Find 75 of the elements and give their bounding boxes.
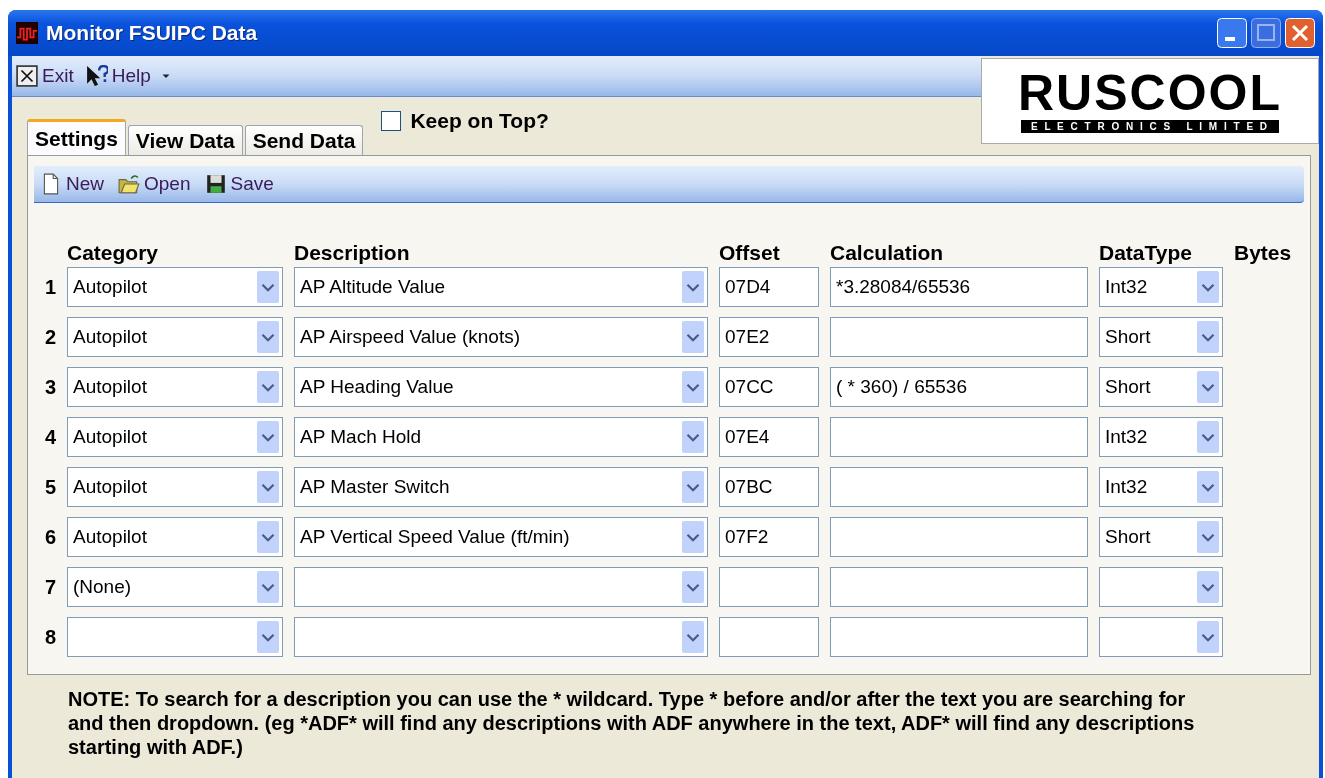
dropdown-field[interactable]: AP Mach Hold [294, 417, 708, 457]
waveform-icon [16, 22, 38, 44]
input-field[interactable] [719, 567, 819, 607]
dropdown-field[interactable]: AP Master Switch [294, 467, 708, 507]
input-field[interactable] [830, 467, 1088, 507]
dropdown-field[interactable]: Autopilot [67, 367, 283, 407]
dropdown-field[interactable]: Autopilot [67, 467, 283, 507]
input-field[interactable]: 07D4 [719, 267, 819, 307]
tab[interactable]: Settings [27, 119, 126, 155]
input-field[interactable] [830, 617, 1088, 657]
tab[interactable]: View Data [127, 125, 243, 155]
column-header: Bytes [1234, 241, 1293, 265]
dropdown-field[interactable]: Int32 [1099, 467, 1223, 507]
row-number: 2 [43, 325, 56, 349]
column-header: Description [294, 241, 411, 265]
checkbox[interactable] [381, 111, 402, 131]
pointer-help-icon [85, 65, 108, 87]
row-number: 6 [43, 525, 56, 549]
toolbar-button[interactable]: Save [204, 173, 274, 195]
column-header: Calculation [830, 241, 945, 265]
toolbar-button[interactable]: Open [118, 173, 191, 195]
logo-name: RUSCOOL [1018, 69, 1282, 117]
dropdown-field[interactable]: AP Altitude Value [294, 267, 708, 307]
input-field[interactable] [719, 617, 819, 657]
column-header: DataType [1099, 241, 1193, 265]
window-title: Monitor FSUIPC Data [46, 21, 259, 45]
row-number: 7 [43, 575, 56, 599]
dropdown-field[interactable]: Autopilot [67, 517, 283, 557]
dropdown-field[interactable]: AP Heading Value [294, 367, 708, 407]
input-field[interactable] [830, 517, 1088, 557]
input-field[interactable]: *3.28084/65536 [830, 267, 1088, 307]
note-text: NOTE: To search for a description you can use the * wildcard. Type * before and/or after the text you are searching for and then dropdown. (eg *ADF* will find any descriptions with ADF anywhere in the text, ADF* will find any descriptions starting with ADF.) [68, 687, 1196, 759]
dropdown-field[interactable] [294, 617, 708, 657]
input-field[interactable] [830, 417, 1088, 457]
row-number: 3 [43, 375, 56, 399]
checkbox-label: Keep on Top? [410, 109, 549, 133]
input-field[interactable]: 07F2 [719, 517, 819, 557]
dropdown-field[interactable] [1099, 567, 1223, 607]
maximize-button[interactable] [1251, 18, 1281, 48]
column-header: Category [67, 241, 160, 265]
dropdown-field[interactable]: Short [1099, 517, 1223, 557]
input-field[interactable]: ( * 360) / 65536 [830, 367, 1088, 407]
dropdown-field[interactable]: (None) [67, 567, 283, 607]
dropdown-field[interactable]: Short [1099, 317, 1223, 357]
minimize-button[interactable] [1217, 18, 1247, 48]
input-field[interactable] [830, 317, 1088, 357]
input-field[interactable]: 07BC [719, 467, 819, 507]
dropdown-field[interactable]: AP Vertical Speed Value (ft/min) [294, 517, 708, 557]
menu-item[interactable]: Help [85, 65, 173, 87]
dropdown-field[interactable] [294, 567, 708, 607]
dropdown-field[interactable] [67, 617, 283, 657]
dropdown-field[interactable]: Int32 [1099, 417, 1223, 457]
input-field[interactable]: 07CC [719, 367, 819, 407]
dropdown-field[interactable] [1099, 617, 1223, 657]
dropdown-field[interactable]: Short [1099, 367, 1223, 407]
close-icon [16, 65, 38, 87]
input-field[interactable]: 07E2 [719, 317, 819, 357]
tab[interactable]: Send Data [244, 125, 364, 155]
dropdown-field[interactable]: Autopilot [67, 417, 283, 457]
logo-tagline: E L E C T R O N I C S L I M I T E D [1020, 120, 1280, 133]
dropdown-field[interactable]: Autopilot [67, 317, 283, 357]
row-number: 4 [43, 425, 56, 449]
toolbar-button[interactable]: New [40, 173, 104, 195]
row-number: 5 [43, 475, 56, 499]
input-field[interactable] [830, 567, 1088, 607]
dropdown-field[interactable]: Int32 [1099, 267, 1223, 307]
input-field[interactable]: 07E4 [719, 417, 819, 457]
dropdown-field[interactable]: Autopilot [67, 267, 283, 307]
dropdown-field[interactable]: AP Airspeed Value (knots) [294, 317, 708, 357]
menu-item[interactable]: Exit [16, 65, 74, 87]
close-button[interactable] [1285, 18, 1315, 48]
folder-icon [118, 173, 140, 195]
row-number: 8 [43, 625, 56, 649]
row-number: 1 [43, 275, 56, 299]
column-header: Offset [719, 241, 781, 265]
